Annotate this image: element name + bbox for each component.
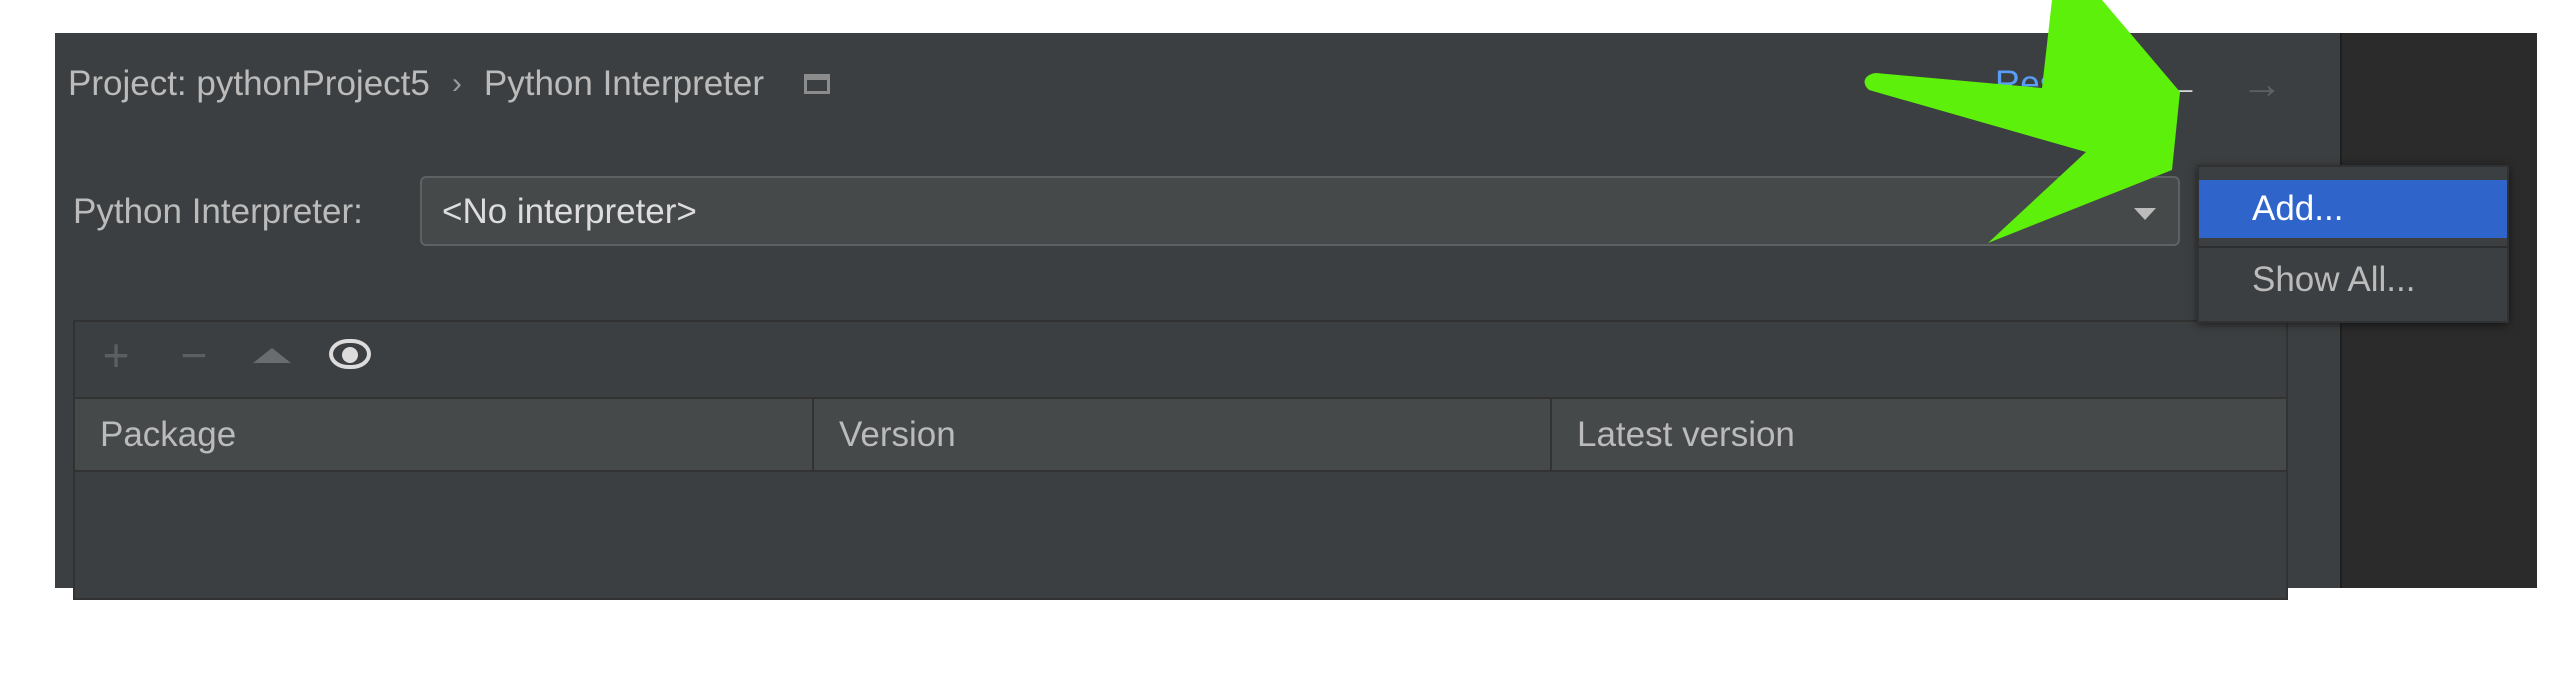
interpreter-dropdown-menu: Add... Show All... xyxy=(2197,165,2509,323)
column-header-version[interactable]: Version xyxy=(812,399,1550,470)
column-header-latest-version[interactable]: Latest version xyxy=(1550,399,2286,470)
menu-item-add[interactable]: Add... xyxy=(2199,180,2507,238)
arrow-right-icon[interactable]: → xyxy=(2237,60,2287,108)
packages-table-header: Package Version Latest version xyxy=(75,397,2286,472)
eye-icon[interactable] xyxy=(328,330,372,380)
reset-link[interactable]: Reset xyxy=(1995,62,2086,106)
window-icon[interactable] xyxy=(804,74,831,94)
column-header-package[interactable]: Package xyxy=(75,399,812,470)
breadcrumb: Project: pythonProject5 › Python Interpr… xyxy=(68,62,831,106)
add-package-icon[interactable]: + xyxy=(94,330,138,380)
arrow-left-icon[interactable]: ← xyxy=(2155,60,2205,108)
remove-package-icon[interactable]: − xyxy=(172,330,216,380)
chevron-down-icon[interactable] xyxy=(2134,208,2156,220)
interpreter-value: <No interpreter> xyxy=(442,192,697,231)
upgrade-package-icon[interactable] xyxy=(250,330,294,380)
interpreter-select[interactable]: <No interpreter> xyxy=(420,176,2180,246)
breadcrumb-page: Python Interpreter xyxy=(483,64,765,103)
menu-separator xyxy=(2199,246,2507,248)
interpreter-label: Python Interpreter: xyxy=(73,192,363,231)
breadcrumb-project[interactable]: Project: pythonProject5 xyxy=(68,64,430,104)
menu-item-show-all[interactable]: Show All... xyxy=(2199,251,2507,309)
breadcrumb-separator: › xyxy=(451,67,462,100)
